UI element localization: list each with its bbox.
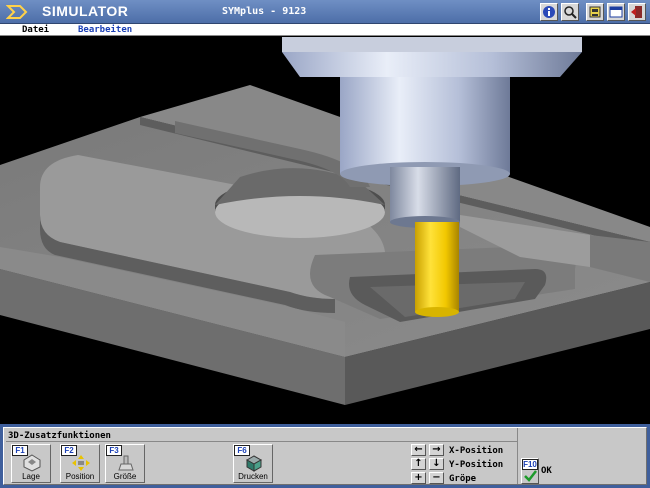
- f3-label: Größe: [113, 472, 137, 481]
- panel-title: 3D-Zusatzfunktionen: [8, 431, 111, 441]
- menu-item-datei[interactable]: Datei: [22, 24, 49, 36]
- groesse-label: Gröpe: [449, 474, 477, 484]
- tool-button[interactable]: [586, 3, 604, 21]
- f6-drucken-button[interactable]: F6 Drucken: [233, 444, 273, 483]
- checkmark-icon: [524, 470, 537, 482]
- f6-label: Drucken: [238, 472, 268, 481]
- divider: [6, 441, 518, 442]
- zoom-icon: [564, 6, 577, 19]
- spindle: [340, 77, 510, 174]
- ok-label: OK: [541, 466, 552, 476]
- x-right-button[interactable]: →: [429, 444, 444, 456]
- tool-icon: [589, 6, 601, 18]
- window-button[interactable]: [607, 3, 625, 21]
- exit-button[interactable]: [628, 3, 646, 21]
- arrow-logo-icon: [5, 2, 30, 22]
- info-button[interactable]: [540, 3, 558, 21]
- size-minus-button[interactable]: −: [429, 472, 444, 484]
- position-icon: [72, 455, 90, 471]
- menu-bar: Datei Bearbeiten: [0, 24, 650, 36]
- milling-tool: [415, 222, 459, 312]
- workpiece-3d-render: [0, 37, 650, 405]
- y-position-label: Y-Position: [449, 460, 504, 470]
- print-icon: [245, 455, 263, 472]
- app-title: SIMULATOR: [42, 3, 129, 19]
- y-down-button[interactable]: ↓: [429, 458, 444, 470]
- x-left-button[interactable]: ←: [411, 444, 426, 456]
- zoom-button[interactable]: [561, 3, 579, 21]
- tool-holder: [390, 167, 460, 222]
- function-panel: 3D-Zusatzfunktionen F1 Lage F2 Position …: [0, 424, 650, 488]
- info-icon: [543, 6, 555, 18]
- f10-ok-button[interactable]: F10: [521, 458, 539, 484]
- size-plus-button[interactable]: +: [411, 472, 426, 484]
- f1-label: Lage: [22, 472, 40, 481]
- y-up-button[interactable]: ↑: [411, 458, 426, 470]
- exit-icon: [631, 6, 642, 18]
- window-icon: [609, 6, 623, 18]
- x-position-label: X-Position: [449, 446, 504, 456]
- divider: [517, 428, 518, 484]
- size-icon: [118, 455, 134, 471]
- f3-groesse-button[interactable]: F3 Größe: [105, 444, 145, 483]
- simulation-viewport[interactable]: [0, 37, 650, 424]
- orientation-icon: [23, 454, 41, 472]
- title-bar: SIMULATOR SYMplus - 9123: [0, 0, 650, 24]
- f2-position-button[interactable]: F2 Position: [60, 444, 100, 483]
- document-title: SYMplus - 9123: [222, 6, 307, 17]
- f2-label: Position: [65, 472, 95, 481]
- f1-lage-button[interactable]: F1 Lage: [11, 444, 51, 483]
- menu-item-bearbeiten[interactable]: Bearbeiten: [78, 24, 132, 36]
